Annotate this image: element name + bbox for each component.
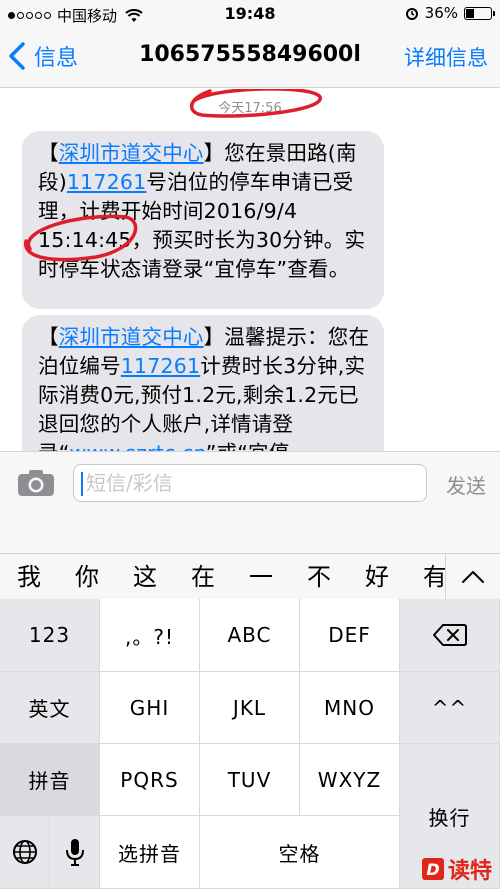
candidate-word[interactable]: 我: [0, 554, 58, 599]
battery-percent: 36%: [424, 4, 458, 22]
key-tuv[interactable]: TUV: [200, 744, 300, 816]
watermark: D 读特: [421, 853, 492, 885]
microphone-icon: [65, 839, 84, 866]
key-pinyin[interactable]: 拼音: [0, 744, 100, 816]
sender-link[interactable]: 深圳市道交中心: [59, 141, 204, 165]
candidate-list: 我你这在一不好有: [0, 554, 455, 599]
chevron-up-icon: [462, 571, 484, 583]
candidate-word[interactable]: 好: [348, 554, 406, 599]
key-pqrs[interactable]: PQRS: [100, 744, 200, 816]
key-wxyz[interactable]: WXYZ: [300, 744, 400, 816]
nav-bar: 信息 10657555849600l 详细信息: [0, 28, 500, 88]
key-def[interactable]: DEF: [300, 599, 400, 672]
status-right: 36%: [405, 4, 495, 22]
message-text: ”或“宜停: [206, 441, 290, 451]
camera-icon[interactable]: [16, 468, 56, 498]
chevron-left-icon: [9, 42, 25, 70]
send-button[interactable]: 发送: [446, 470, 486, 499]
key-jkl[interactable]: JKL: [200, 672, 300, 744]
back-button[interactable]: 信息: [8, 40, 78, 72]
dictation-key[interactable]: [50, 816, 100, 889]
watermark-text: 读特: [447, 859, 492, 884]
key-123[interactable]: 123: [0, 599, 100, 672]
key-abc[interactable]: ABC: [200, 599, 300, 672]
candidate-word[interactable]: 你: [58, 554, 116, 599]
details-button[interactable]: 详细信息: [404, 42, 488, 72]
sender-link[interactable]: 深圳市道交中心: [59, 325, 204, 349]
message-bubble[interactable]: 【深圳市道交中心】温馨提示：您在泊位编号117261计费时长3分钟,实际消费0元…: [22, 315, 384, 451]
compose-bar: 发送: [0, 451, 500, 553]
key-english[interactable]: 英文: [0, 672, 100, 744]
candidate-word[interactable]: 这: [116, 554, 174, 599]
parking-bay-link[interactable]: 117261: [67, 170, 146, 194]
backspace-icon: [432, 624, 467, 646]
candidate-bar: 我你这在一不好有: [0, 553, 500, 599]
candidate-word[interactable]: 不: [290, 554, 348, 599]
message-list[interactable]: 今天17:56 【深圳市道交中心】您在景田路(南段)117261号泊位的停车申请…: [0, 89, 500, 451]
battery-level: [466, 8, 475, 18]
message-text: 【: [38, 141, 59, 165]
text-cursor: [81, 472, 83, 496]
message-input[interactable]: [73, 464, 427, 502]
keyboard: 123 ,。?! ABC DEF 英文 GHI JKL MNO ^^ 拼音 PQ…: [0, 599, 500, 889]
status-bar: 中国移动 19:48 36%: [0, 0, 500, 28]
key-emoticon[interactable]: ^^: [400, 672, 500, 744]
message-bubble[interactable]: 【深圳市道交中心】您在景田路(南段)117261号泊位的停车申请已受理，计费开始…: [22, 131, 384, 309]
key-punctuation[interactable]: ,。?!: [100, 599, 200, 672]
watermark-logo: D: [421, 858, 444, 880]
battery-icon: [464, 6, 495, 20]
website-link[interactable]: www.szrtc.cn: [70, 441, 206, 451]
space-key[interactable]: 空格: [200, 816, 400, 889]
delete-key[interactable]: [400, 599, 500, 672]
candidate-word[interactable]: 在: [174, 554, 232, 599]
expand-candidates-button[interactable]: [445, 554, 500, 599]
alarm-clock-icon: [405, 8, 418, 20]
parking-bay-link[interactable]: 117261: [121, 354, 200, 378]
globe-key[interactable]: [0, 816, 50, 889]
message-timestamp: 今天17:56: [218, 101, 282, 116]
candidate-word[interactable]: 一: [232, 554, 290, 599]
key-select-pinyin[interactable]: 选拼音: [100, 816, 200, 889]
globe-icon: [12, 840, 37, 864]
message-text: 【: [38, 325, 59, 349]
back-label: 信息: [34, 46, 79, 71]
key-ghi[interactable]: GHI: [100, 672, 200, 744]
key-mno[interactable]: MNO: [300, 672, 400, 744]
